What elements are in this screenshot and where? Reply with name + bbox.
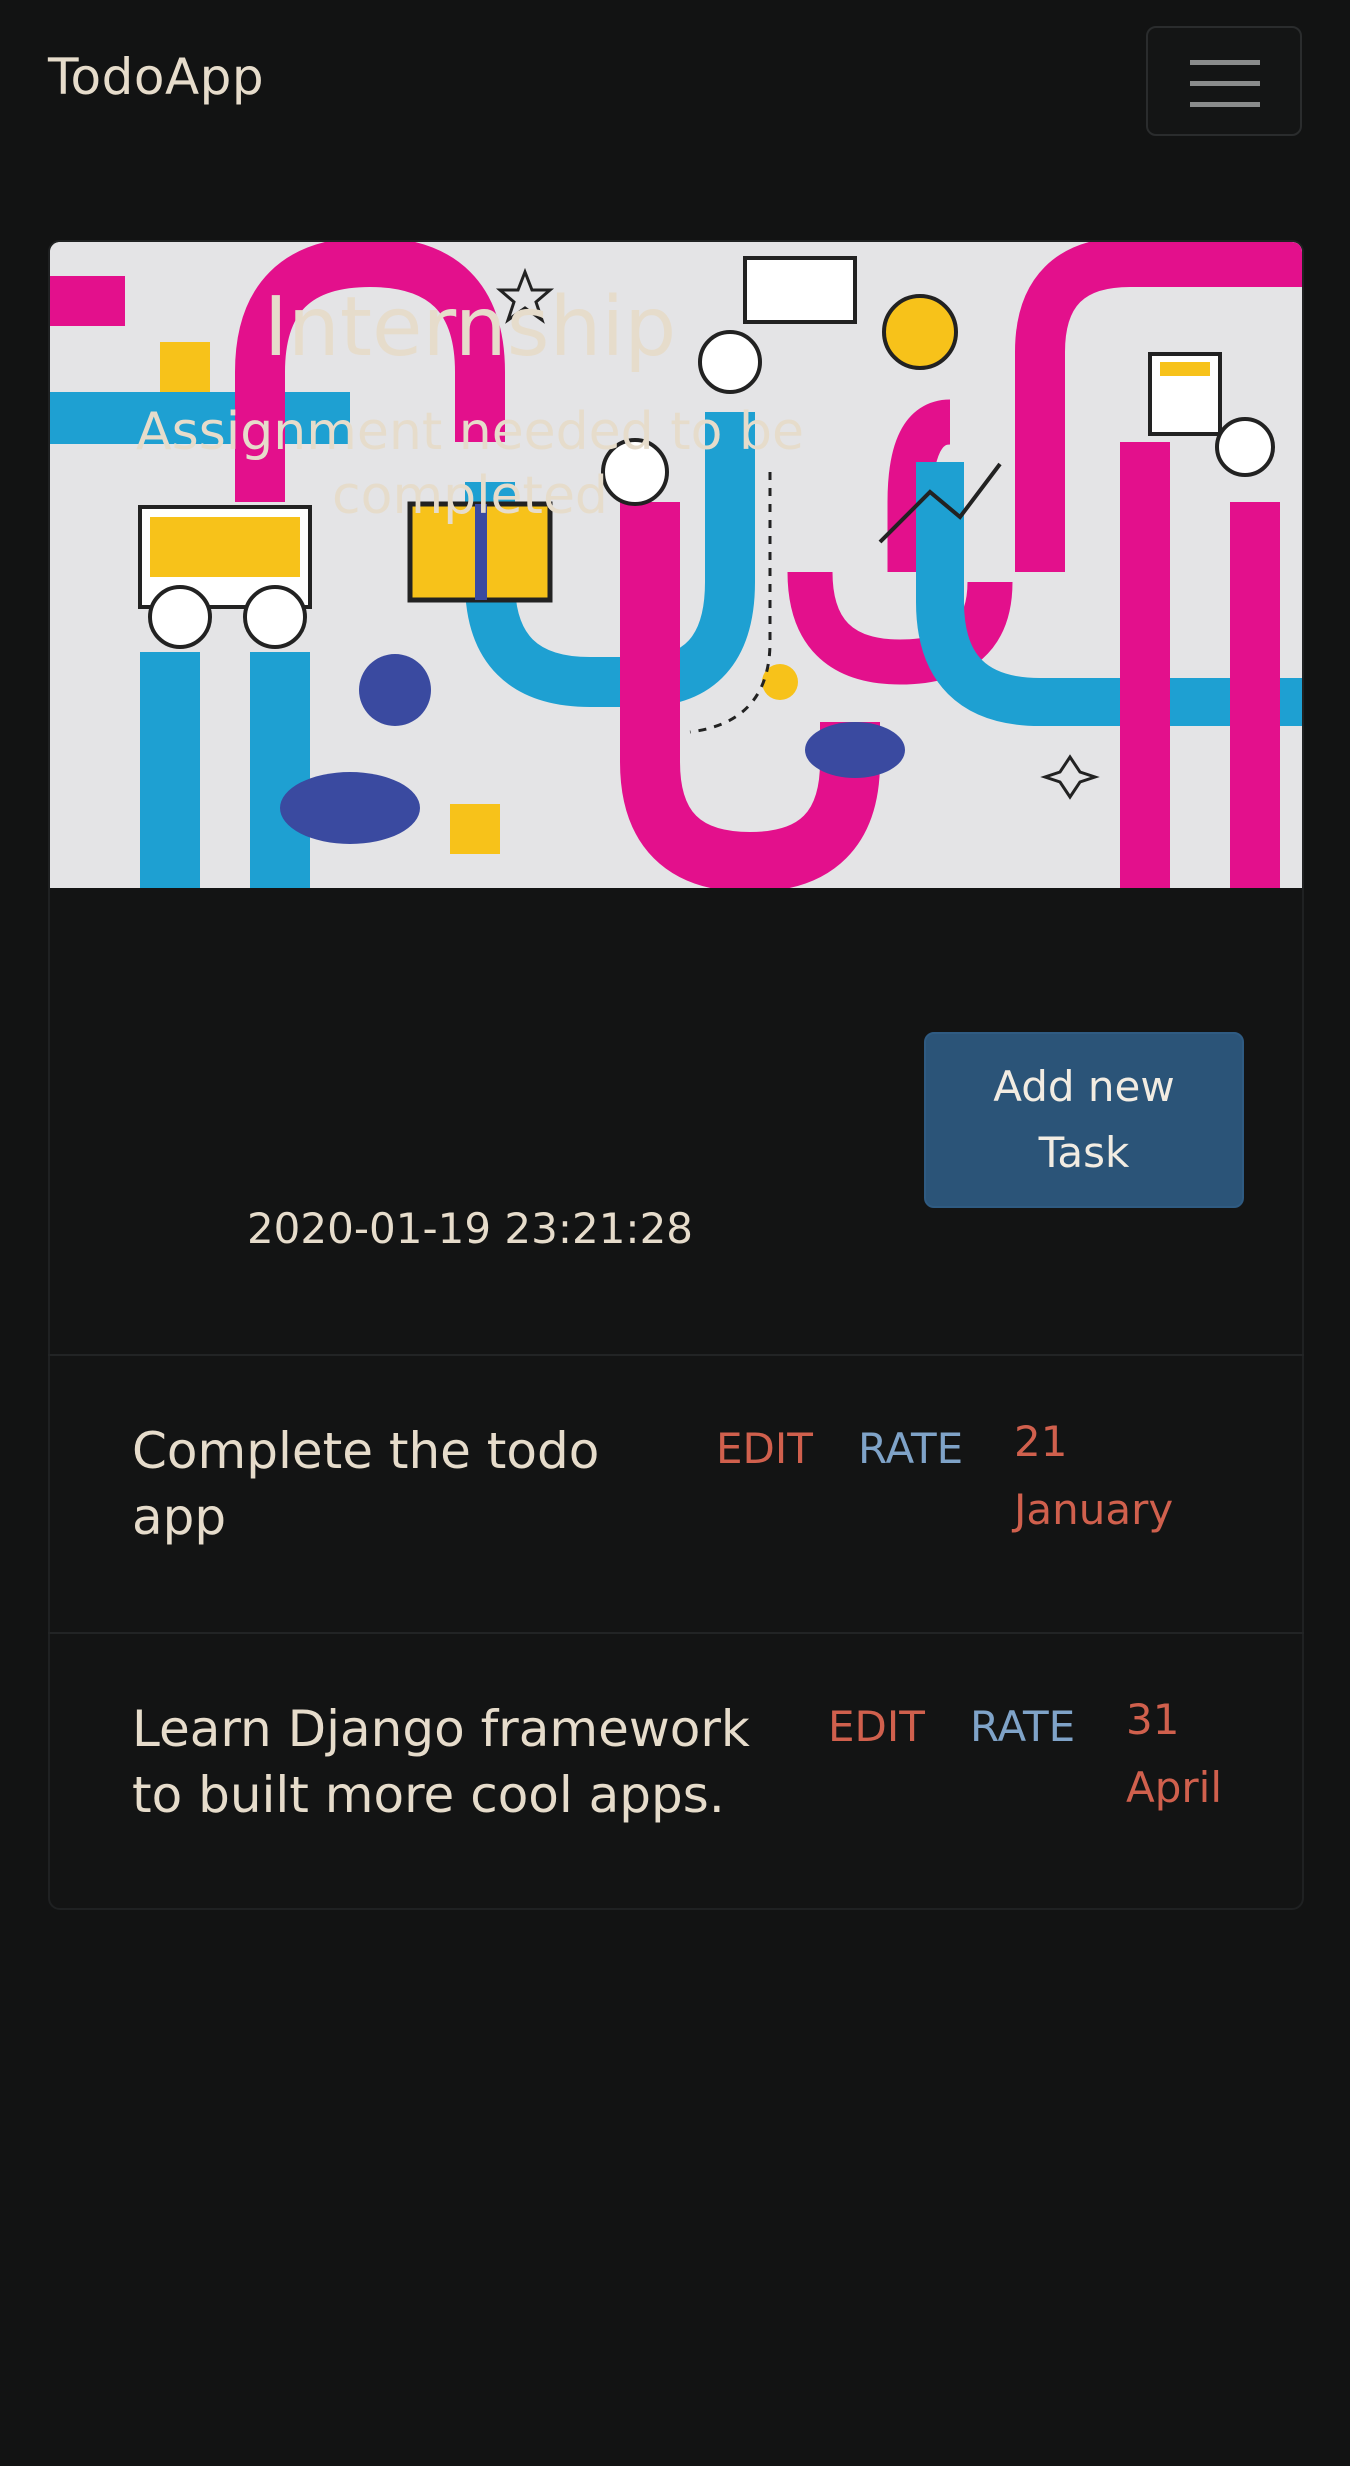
rate-link[interactable]: RATE: [858, 1424, 963, 1473]
card-title: Internship: [263, 280, 677, 375]
add-new-task-button[interactable]: Add new Task: [924, 1032, 1244, 1208]
card-description-line-1: Assignment needed to be: [136, 402, 804, 462]
edit-link[interactable]: EDIT: [716, 1424, 813, 1473]
due-day: 21: [1014, 1417, 1068, 1466]
task-item: Learn Django framework to built more coo…: [48, 1634, 1304, 1910]
due-month: January: [1014, 1485, 1174, 1534]
navbar: TodoApp: [0, 0, 1350, 160]
add-new-task-label-line-2: Task: [1038, 1128, 1130, 1177]
task-text-line-1: Learn Django framework: [132, 1700, 750, 1758]
task-text: Complete the todo app: [132, 1418, 599, 1550]
task-text-line-2: app: [132, 1488, 227, 1546]
task-text: Learn Django framework to built more coo…: [132, 1696, 750, 1828]
brand-link[interactable]: TodoApp: [48, 48, 264, 106]
card-description-line-2: completed: [332, 466, 608, 526]
edit-link[interactable]: EDIT: [828, 1702, 925, 1751]
task-text-line-1: Complete the todo: [132, 1422, 600, 1480]
card-timestamp: 2020-01-19 23:21:28: [246, 1204, 694, 1253]
menu-toggle-button[interactable]: [1146, 26, 1302, 136]
hamburger-icon: [1190, 60, 1260, 107]
due-date: 21 January: [1014, 1408, 1173, 1544]
due-day: 31: [1126, 1695, 1180, 1744]
task-text-line-2: to built more cool apps.: [132, 1766, 725, 1824]
card-description: Assignment needed to be completed: [100, 400, 840, 528]
rate-link[interactable]: RATE: [970, 1702, 1075, 1751]
task-item: Complete the todo app EDIT RATE 21 Janua…: [48, 1356, 1304, 1632]
due-date: 31 April: [1126, 1686, 1222, 1822]
due-month: April: [1126, 1763, 1222, 1812]
add-new-task-label-line-1: Add new: [993, 1062, 1175, 1111]
